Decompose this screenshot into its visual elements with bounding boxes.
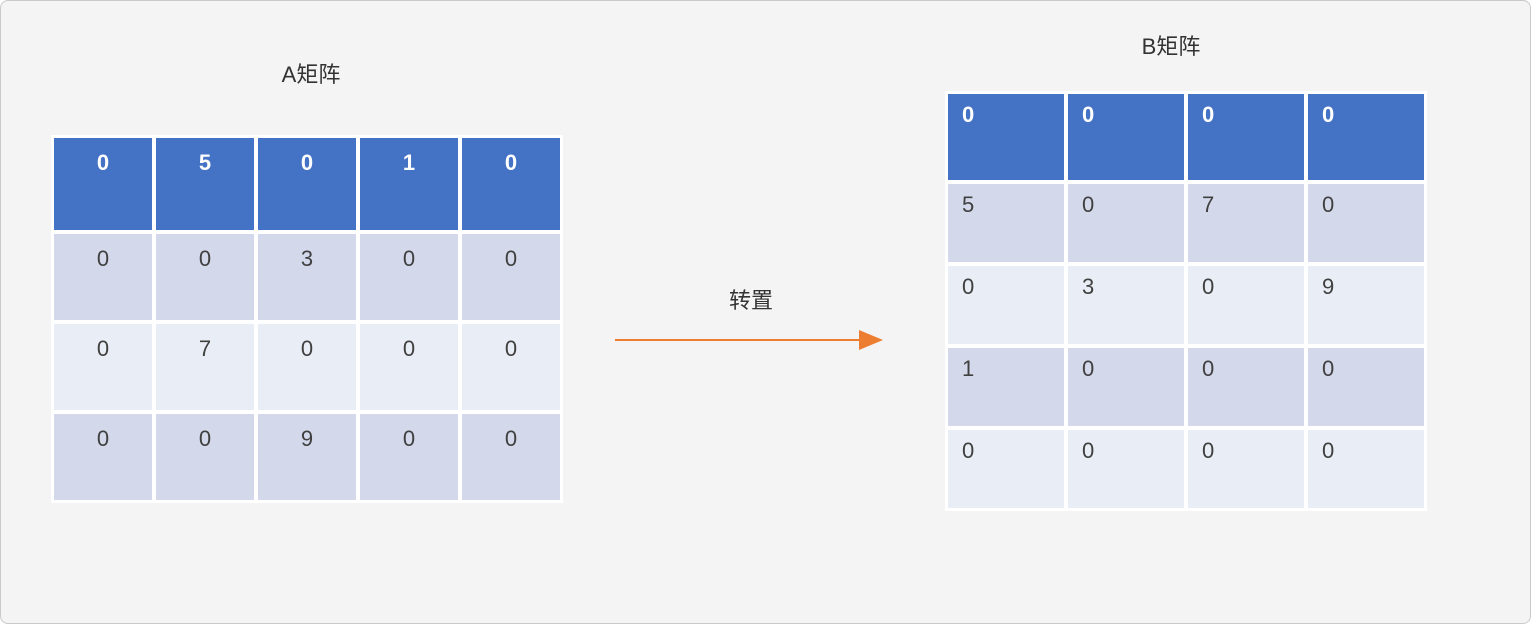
matrix-cell: 0: [1067, 347, 1185, 427]
matrix-cell: 7: [155, 323, 255, 411]
table-row: 1 0 0 0: [947, 347, 1425, 427]
transpose-arrow: 转置: [601, 283, 901, 355]
matrix-cell: 0: [1067, 183, 1185, 263]
matrix-cell: 0: [257, 137, 357, 231]
matrix-cell: 0: [359, 413, 459, 501]
matrix-b-title: B矩阵: [1111, 29, 1231, 61]
matrix-cell: 0: [359, 323, 459, 411]
matrix-cell: 0: [1067, 93, 1185, 181]
matrix-cell: 0: [461, 323, 561, 411]
matrix-cell: 0: [1067, 429, 1185, 509]
matrix-cell: 0: [359, 233, 459, 321]
matrix-cell: 0: [461, 137, 561, 231]
matrix-cell: 0: [947, 429, 1065, 509]
matrix-cell: 3: [257, 233, 357, 321]
matrix-cell: 0: [461, 233, 561, 321]
matrix-cell: 0: [947, 93, 1065, 181]
matrix-cell: 7: [1187, 183, 1305, 263]
matrix-cell: 0: [1307, 347, 1425, 427]
matrix-cell: 0: [947, 265, 1065, 345]
matrix-cell: 0: [1187, 347, 1305, 427]
table-row: 0 3 0 9: [947, 265, 1425, 345]
table-row: 0 0 9 0 0: [53, 413, 561, 501]
matrix-cell: 0: [1307, 429, 1425, 509]
matrix-a-title: A矩阵: [251, 57, 371, 89]
table-row: 0 7 0 0 0: [53, 323, 561, 411]
matrix-cell: 0: [1307, 183, 1425, 263]
matrix-cell: 0: [53, 413, 153, 501]
matrix-cell: 9: [1307, 265, 1425, 345]
diagram-canvas: A矩阵 B矩阵 0 5 0 1 0 0 0 3 0 0 0 7 0 0 0 0 …: [0, 0, 1531, 624]
table-row: 0 0 0 0: [947, 93, 1425, 181]
matrix-cell: 0: [1187, 93, 1305, 181]
matrix-cell: 9: [257, 413, 357, 501]
matrix-cell: 0: [1307, 93, 1425, 181]
matrix-cell: 0: [461, 413, 561, 501]
matrix-cell: 3: [1067, 265, 1185, 345]
matrix-cell: 0: [155, 413, 255, 501]
matrix-cell: 1: [947, 347, 1065, 427]
table-row: 0 0 0 0: [947, 429, 1425, 509]
table-row: 0 0 3 0 0: [53, 233, 561, 321]
arrow-label: 转置: [601, 283, 901, 315]
arrow-icon: [611, 325, 891, 355]
matrix-a: 0 5 0 1 0 0 0 3 0 0 0 7 0 0 0 0 0 9 0 0: [51, 135, 563, 503]
matrix-cell: 0: [1187, 265, 1305, 345]
matrix-cell: 0: [257, 323, 357, 411]
matrix-cell: 0: [155, 233, 255, 321]
table-row: 5 0 7 0: [947, 183, 1425, 263]
matrix-cell: 0: [53, 233, 153, 321]
matrix-cell: 1: [359, 137, 459, 231]
matrix-b: 0 0 0 0 5 0 7 0 0 3 0 9 1 0 0 0 0 0 0 0: [945, 91, 1427, 511]
table-row: 0 5 0 1 0: [53, 137, 561, 231]
matrix-cell: 5: [155, 137, 255, 231]
matrix-cell: 0: [53, 323, 153, 411]
matrix-cell: 5: [947, 183, 1065, 263]
matrix-cell: 0: [1187, 429, 1305, 509]
matrix-cell: 0: [53, 137, 153, 231]
